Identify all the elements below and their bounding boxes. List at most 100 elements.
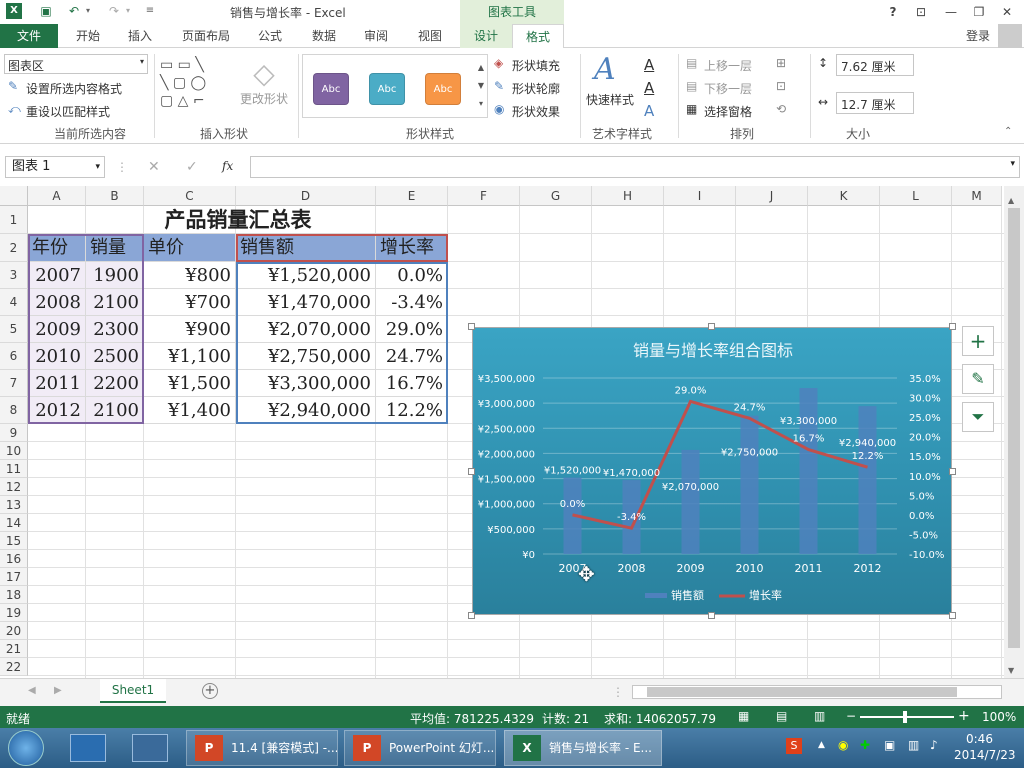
taskbar-item-powerpoint-2[interactable]: P PowerPoint 幻灯... (344, 730, 496, 766)
column-header[interactable]: F (448, 186, 520, 206)
insert-function-button[interactable]: fx (222, 159, 233, 173)
table-cell[interactable]: ¥2,070,000 (236, 316, 376, 343)
tab-insert[interactable]: 插入 (120, 24, 160, 48)
row-header[interactable]: 17 (0, 568, 28, 586)
table-cell[interactable]: 2300 (86, 316, 144, 343)
clock-time[interactable]: 0:46 (966, 732, 993, 746)
expand-formula-icon[interactable]: ▾ (1010, 159, 1015, 169)
clock-date[interactable]: 2014/7/23 (954, 748, 1016, 762)
resize-handle[interactable] (468, 323, 475, 330)
name-box[interactable]: 图表 1 ▾ (5, 156, 105, 178)
show-desktop-icon[interactable] (70, 734, 106, 762)
row-header[interactable]: 13 (0, 496, 28, 514)
splitter-icon[interactable]: ⋮ (612, 685, 624, 699)
text-fill-icon[interactable]: A (644, 56, 654, 74)
tab-format[interactable]: 格式 (512, 24, 564, 49)
tab-file[interactable]: 文件 (0, 24, 58, 48)
group-icon[interactable]: ⊡ (776, 79, 786, 93)
text-effects-icon[interactable]: A (644, 102, 654, 120)
chart-styles-brush-icon[interactable]: ✎ (962, 364, 994, 394)
bring-forward-button[interactable]: 上移一层 (704, 57, 752, 74)
table-cell[interactable]: 29.0% (376, 316, 448, 343)
table-cell[interactable]: 2009 (28, 316, 86, 343)
column-header[interactable]: C (144, 186, 236, 206)
table-cell[interactable]: ¥2,750,000 (236, 343, 376, 370)
sheet-tab-sheet1[interactable]: Sheet1 (100, 679, 166, 703)
shape-style-orange[interactable]: Abc (425, 73, 461, 105)
ribbon-display-options-icon[interactable]: ⊡ (908, 2, 934, 22)
chart-filters-icon[interactable]: ⏷ (962, 402, 994, 432)
row-header[interactable]: 18 (0, 586, 28, 604)
normal-view-icon[interactable]: ▦ (738, 709, 749, 723)
resize-handle[interactable] (708, 323, 715, 330)
chart-elements-plus-icon[interactable]: + (962, 326, 994, 356)
align-icon[interactable]: ⊞ (776, 56, 786, 70)
zoom-out-icon[interactable]: − (846, 709, 856, 723)
table-cell[interactable]: 2010 (28, 343, 86, 370)
row-header[interactable]: 11 (0, 460, 28, 478)
table-title[interactable]: 产品销量汇总表 (28, 206, 448, 234)
tray-plus-icon[interactable]: ✚ (860, 738, 870, 752)
zoom-in-icon[interactable]: + (958, 708, 970, 724)
row-header[interactable]: 16 (0, 550, 28, 568)
ime-icon[interactable]: S (786, 738, 802, 754)
table-cell[interactable]: 24.7% (376, 343, 448, 370)
row-header[interactable]: 1 (0, 206, 28, 234)
zoom-slider[interactable] (860, 716, 954, 718)
network-app-icon[interactable] (132, 734, 168, 762)
table-cell[interactable]: 2100 (86, 397, 144, 424)
table-cell[interactable]: 0.0% (376, 262, 448, 289)
table-cell[interactable]: 2008 (28, 289, 86, 316)
tray-device-icon[interactable]: ▣ (884, 738, 895, 752)
row-header[interactable]: 4 (0, 289, 28, 316)
table-cell[interactable]: ¥1,520,000 (236, 262, 376, 289)
table-cell[interactable]: ¥800 (144, 262, 236, 289)
page-layout-view-icon[interactable]: ▤ (776, 709, 787, 723)
tab-view[interactable]: 视图 (410, 24, 450, 48)
height-input[interactable]: 7.62 厘米 (836, 54, 914, 76)
column-header[interactable]: H (592, 186, 664, 206)
table-cell[interactable]: 2500 (86, 343, 144, 370)
save-icon[interactable]: ▣ (38, 3, 54, 19)
close-icon[interactable]: ✕ (994, 2, 1020, 22)
resize-handle[interactable] (949, 468, 956, 475)
customize-qat-icon[interactable]: ≡ (142, 3, 158, 19)
change-shape-button[interactable]: 更改形状 (240, 90, 288, 107)
table-header-cell[interactable]: 销售额 (236, 234, 376, 262)
column-header[interactable]: B (86, 186, 144, 206)
column-header[interactable]: E (376, 186, 448, 206)
reset-style-button[interactable]: 重设以匹配样式 (26, 103, 110, 120)
send-backward-button[interactable]: 下移一层 (704, 80, 752, 97)
tab-review[interactable]: 审阅 (356, 24, 396, 48)
redo-dropdown-icon[interactable]: ▾ (120, 3, 136, 19)
row-header[interactable]: 6 (0, 343, 28, 370)
column-header[interactable]: D (236, 186, 376, 206)
row-header[interactable]: 15 (0, 532, 28, 550)
row-header[interactable]: 9 (0, 424, 28, 442)
row-header[interactable]: 20 (0, 622, 28, 640)
page-break-view-icon[interactable]: ▥ (814, 709, 825, 723)
collapse-ribbon-icon[interactable]: ⌃ (1004, 126, 1012, 137)
h-scroll-thumb[interactable] (647, 687, 957, 697)
table-cell[interactable]: ¥900 (144, 316, 236, 343)
avatar[interactable] (998, 24, 1022, 48)
help-button[interactable]: ? (880, 2, 906, 22)
horizontal-scrollbar[interactable] (632, 685, 1002, 699)
table-cell[interactable]: 1900 (86, 262, 144, 289)
table-cell[interactable]: ¥1,470,000 (236, 289, 376, 316)
row-header[interactable]: 21 (0, 640, 28, 658)
chart-element-select[interactable]: 图表区 ▾ (4, 54, 148, 74)
table-cell[interactable]: 16.7% (376, 370, 448, 397)
row-header[interactable]: 8 (0, 397, 28, 424)
shape-outline-button[interactable]: 形状轮廓 (512, 80, 560, 97)
row-header[interactable]: 7 (0, 370, 28, 397)
tab-design[interactable]: 设计 (460, 24, 512, 48)
network-icon[interactable]: ▥ (908, 738, 919, 752)
row-header[interactable]: 3 (0, 262, 28, 289)
tab-data[interactable]: 数据 (304, 24, 344, 48)
resize-handle[interactable] (468, 468, 475, 475)
column-header[interactable]: A (28, 186, 86, 206)
row-header[interactable]: 14 (0, 514, 28, 532)
shape-style-purple[interactable]: Abc (313, 73, 349, 105)
rotate-icon[interactable]: ⟲ (776, 102, 786, 116)
